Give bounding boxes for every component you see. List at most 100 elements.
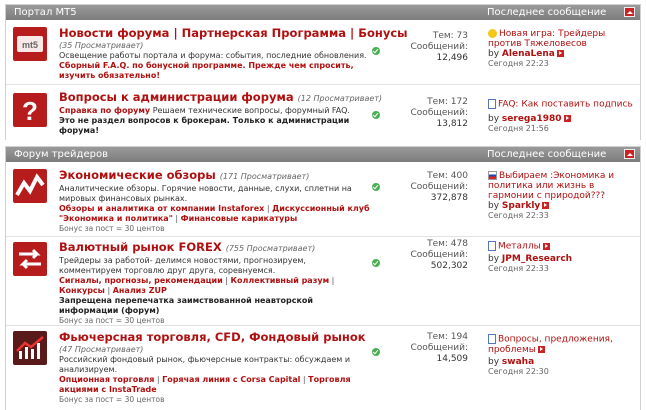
last-post-time: Сегодня 22:33 [488,263,549,273]
document-icon [488,241,496,251]
subforum-link[interactable]: Финансовые карикатуры [181,214,298,223]
by-label: by [488,253,500,264]
go-to-last-post-icon[interactable] [556,50,564,57]
forum-row-admin-questions: ? Вопросы к администрации форума (12 Про… [6,84,640,140]
last-post-title-link[interactable]: Выбираем :Экономика и политика или жизнь… [488,171,614,201]
posts-count: 502,302 [430,261,468,271]
posts-label: Сообщений: [410,42,468,52]
post-bonus-text: Бонус за пост = 30 центов [59,224,165,233]
last-post-user-link[interactable]: AlenaLena [502,49,555,59]
forum-stats: Тем: 478 Сообщений: 502,302 [406,239,468,272]
last-post-time: Сегодня 22:30 [488,366,549,376]
last-post-user-link[interactable]: JPM_Research [502,254,572,264]
topics-count: Тем: 478 [427,239,468,249]
forum-row-news: mt5 Новости форума | Партнерская Програм… [6,21,640,83]
topics-count: Тем: 194 [427,332,468,342]
posts-count: 14,509 [436,354,469,364]
last-post-time: Сегодня 21:56 [488,123,549,133]
subforum-list: Обзоры и аналитика от компании Instafore… [59,204,370,223]
subforum-link[interactable]: Анализ ZUP [113,286,167,295]
go-to-last-post-icon[interactable] [537,345,545,353]
collapse-icon[interactable] [624,7,635,17]
forum-title-link[interactable]: Вопросы к администрации форума [59,90,294,104]
question-mark-icon[interactable]: ? [13,93,47,127]
forum-warning: Запрещена перепечатка заимствованной неа… [59,296,314,315]
go-to-last-post-icon[interactable] [563,114,571,122]
forum-description: Аналитические обзоры. Горячие новости, д… [59,184,352,203]
posts-label: Сообщений: [410,343,468,353]
by-label: by [488,201,500,211]
topics-count: Тем: 400 [427,171,468,181]
forum-description: Российский фондовый рынок, фьючерсные ко… [59,355,351,374]
go-to-last-post-icon[interactable] [542,242,550,250]
exchange-arrows-icon[interactable] [13,242,47,276]
last-post-title-link[interactable]: Новая игра: Трейдеры против Тяжеловесов [488,29,605,49]
collapse-icon[interactable] [624,149,635,159]
forum-description: Освещение работы портала и форума: событ… [59,51,367,60]
forum-info: Фьючерсная торговля, CFD, Фондовый рынок… [59,330,371,405]
posts-count: 12,496 [436,53,469,63]
subforum-link[interactable]: Коллективный разум [231,276,330,285]
forum-row-economic-reviews: Экономические обзоры (171 Просматривает)… [6,163,640,235]
category-title: Форум трейдеров [14,149,108,160]
check-icon [372,348,380,356]
category-portal-mt5: Портал МТ5 Последнее сообщение mt5 Новос… [5,4,641,140]
viewers-count: (12 Просматривает) [297,94,383,103]
forum-title-link[interactable]: Валютный рынок FOREX [59,240,222,254]
subforum-link[interactable]: Опционная торговля [59,375,154,384]
last-post-user-link[interactable]: serega1980 [502,114,562,124]
flag-icon [488,171,497,180]
category-title: Портал МТ5 [14,7,77,18]
subforum-link[interactable]: Обзоры и аналитика от компании Instafore… [59,204,264,213]
mt5-logo-icon[interactable]: mt5 [13,27,47,61]
category-traders-forum: Форум трейдеров Последнее сообщение Экон… [5,146,641,410]
smile-icon [488,29,497,38]
subforum-list: Сигналы, прогнозы, рекомендации | Коллек… [59,276,335,295]
posts-label: Сообщений: [410,108,468,118]
forum-stats: Тем: 400 Сообщений: 372,878 [406,171,468,204]
last-post-title-link[interactable]: Вопросы, предложения, проблемы [488,335,613,355]
post-bonus-text: Бонус за пост = 30 центов [59,395,165,404]
last-post-time: Сегодня 22:33 [488,211,549,220]
forum-row-forex: Валютный рынок FOREX (755 Просматривает)… [6,236,640,325]
subforum-link[interactable]: Горячая линия с Corsa Capital [162,375,300,384]
last-post-user-link[interactable]: Sparkly [502,201,540,211]
subforum-list: Опционная торговля | Горячая линия с Cor… [59,375,351,394]
last-post-title-link[interactable]: FAQ: Как поставить подпись [498,100,633,110]
forum-stats: Тем: 172 Сообщений: 13,812 [406,97,468,130]
document-icon [488,334,496,344]
last-post: Металлы by JPM_Research Сегодня 22:33 [488,241,638,274]
subforum-help-link[interactable]: Справка по форуму [59,106,150,115]
forum-stats: Тем: 73 Сообщений: 12,496 [406,31,468,64]
forum-title-link[interactable]: Новости форума | Партнерская Программа |… [59,26,408,40]
go-to-last-post-icon[interactable] [542,202,550,209]
category-header: Портал МТ5 Последнее сообщение [6,5,640,20]
viewers-count: (171 Просматривает) [219,172,310,181]
forum-note-link[interactable]: Сборный F.A.Q. по бонусной программе. Пр… [59,61,371,81]
last-post-user-link[interactable]: swaha [502,357,534,367]
svg-text:mt5: mt5 [22,40,38,50]
by-label: by [488,356,500,367]
svg-text:?: ? [22,96,38,126]
forum-info: Новости форума | Партнерская Программа |… [59,26,408,81]
last-post: Вопросы, предложения, проблемы by swaha … [488,334,638,377]
trend-chart-icon[interactable] [13,331,47,365]
last-post-title-link[interactable]: Металлы [498,242,541,252]
forum-info: Валютный рынок FOREX (755 Просматривает)… [59,240,371,326]
topics-count: Тем: 172 [427,97,468,107]
by-label: by [488,49,500,59]
last-post-time: Сегодня 22:23 [488,59,549,68]
posts-count: 372,878 [430,193,468,203]
category-header: Форум трейдеров Последнее сообщение [6,147,640,162]
subforum-link[interactable]: Конкурсы [59,286,105,295]
forum-info: Экономические обзоры (171 Просматривает)… [59,168,371,234]
chart-zigzag-icon[interactable] [13,169,47,203]
viewers-count: (755 Просматривает) [225,244,316,253]
forum-title-link[interactable]: Экономические обзоры [59,168,216,182]
subforum-link[interactable]: Сигналы, прогнозы, рекомендации [59,276,223,285]
topics-count: Тем: 73 [432,31,468,41]
posts-label: Сообщений: [410,182,468,192]
forum-title-link[interactable]: Фьючерсная торговля, CFD, Фондовый рынок [59,330,366,344]
last-post-header: Последнее сообщение [487,7,607,18]
viewers-count: (35 Просматривает) [59,41,144,50]
